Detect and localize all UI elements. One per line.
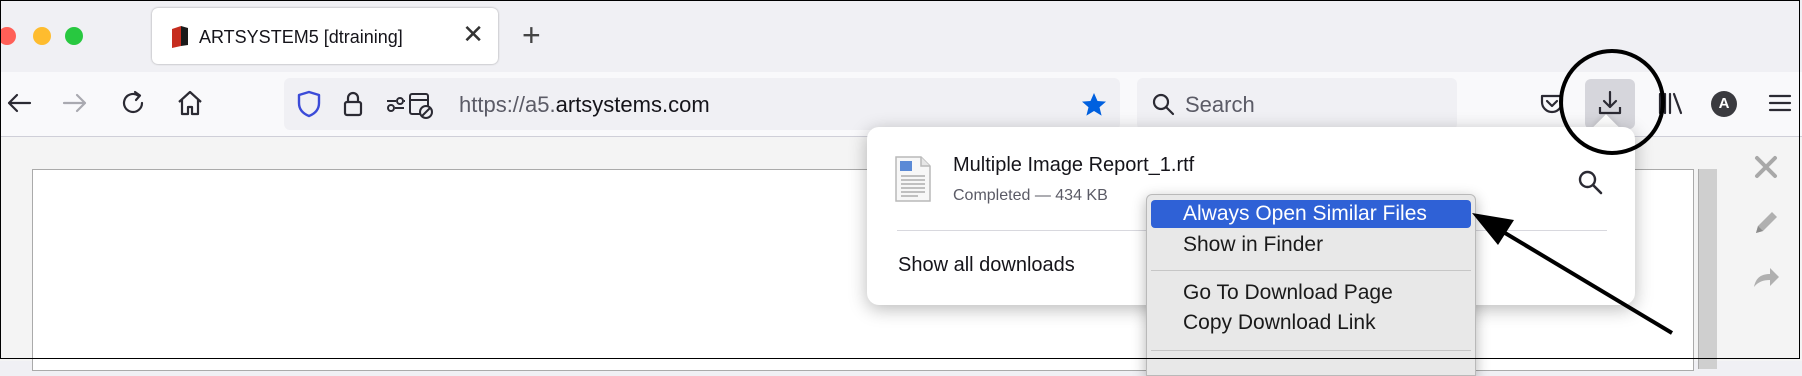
annotation-arrow <box>1472 213 1674 335</box>
